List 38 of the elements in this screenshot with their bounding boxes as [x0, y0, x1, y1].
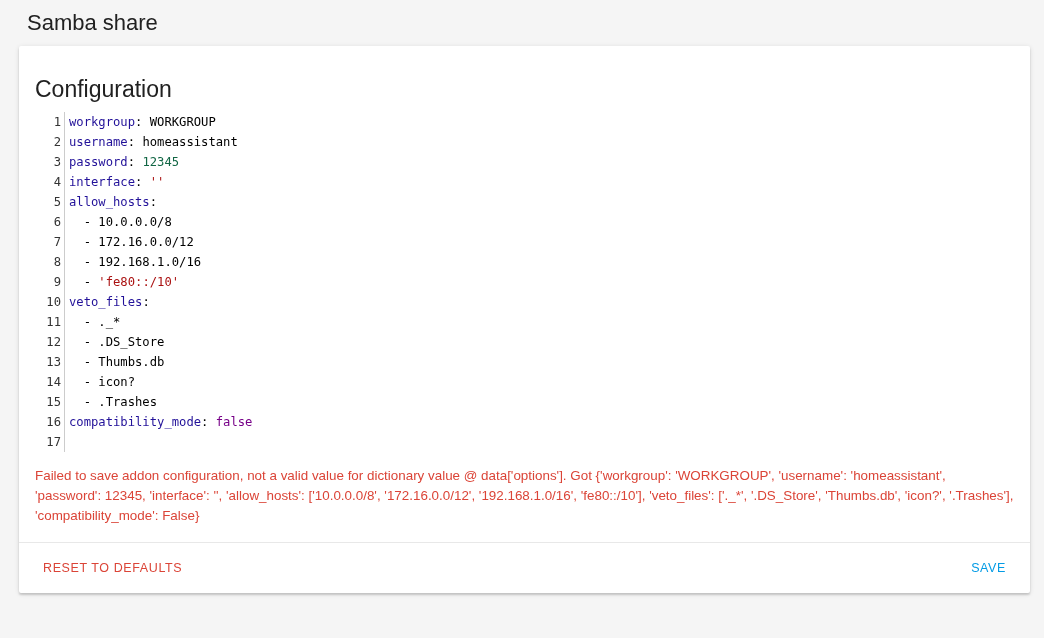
code-line: - .Trashes: [82, 394, 158, 411]
line-number: 7: [35, 232, 65, 252]
line-number: 3: [35, 152, 65, 172]
line-number: 17: [35, 432, 65, 452]
line-number: 10: [35, 292, 65, 312]
line-number: 2: [35, 132, 65, 152]
code-line: - 10.0.0.0/8: [82, 214, 172, 231]
code-line: compatibility_mode: false: [68, 414, 253, 431]
line-number: 4: [35, 172, 65, 192]
code-line: - Thumbs.db: [82, 354, 165, 371]
line-number: 13: [35, 352, 65, 372]
code-line: - ._*: [82, 314, 121, 331]
card-heading: Configuration: [35, 75, 173, 104]
code-line: - 192.168.1.0/16: [82, 254, 202, 271]
page-title: Samba share: [27, 10, 159, 36]
line-number: 16: [35, 412, 65, 432]
code-line: interface: '': [68, 174, 165, 191]
line-number: 5: [35, 192, 65, 212]
line-number: 14: [35, 372, 65, 392]
code-line: - 172.16.0.0/12: [82, 234, 194, 251]
code-line: - icon?: [82, 374, 136, 391]
code-line: allow_hosts:: [68, 194, 158, 211]
line-number: 1: [35, 112, 65, 132]
code-line: veto_files:: [68, 294, 150, 311]
code-line: - .DS_Store: [82, 334, 165, 351]
save-button[interactable]: SAVE: [955, 551, 1022, 585]
line-number: 9: [35, 272, 65, 292]
line-number: 8: [35, 252, 65, 272]
code-line: workgroup: WORKGROUP: [68, 114, 216, 131]
code-line: - 'fe80::/10': [82, 274, 180, 291]
code-line: username: homeassistant: [68, 134, 238, 151]
reset-button[interactable]: RESET TO DEFAULTS: [27, 551, 199, 585]
line-number: 6: [35, 212, 65, 232]
error-message: Failed to save addon configuration, not a valid value for dictionary value @ data['options']. Got {'workgroup': 'WORKGROUP', 'username': 'homeassistant', 'password': 12345, 'interface': '', 'allow_hosts': ['10.0.0.0/8', '172.16.0.0/12', '192.168.1.0/16', 'fe80::/10'], 'veto_files': ['._*', '.DS_Store', 'Thumbs.db', 'icon?', '.Trashes'], 'compatibility_mode': False}: [35, 467, 1014, 525]
line-number: 15: [35, 392, 65, 412]
code-line: password: 12345: [68, 154, 180, 171]
line-number: 12: [35, 332, 65, 352]
line-number: 11: [35, 312, 65, 332]
